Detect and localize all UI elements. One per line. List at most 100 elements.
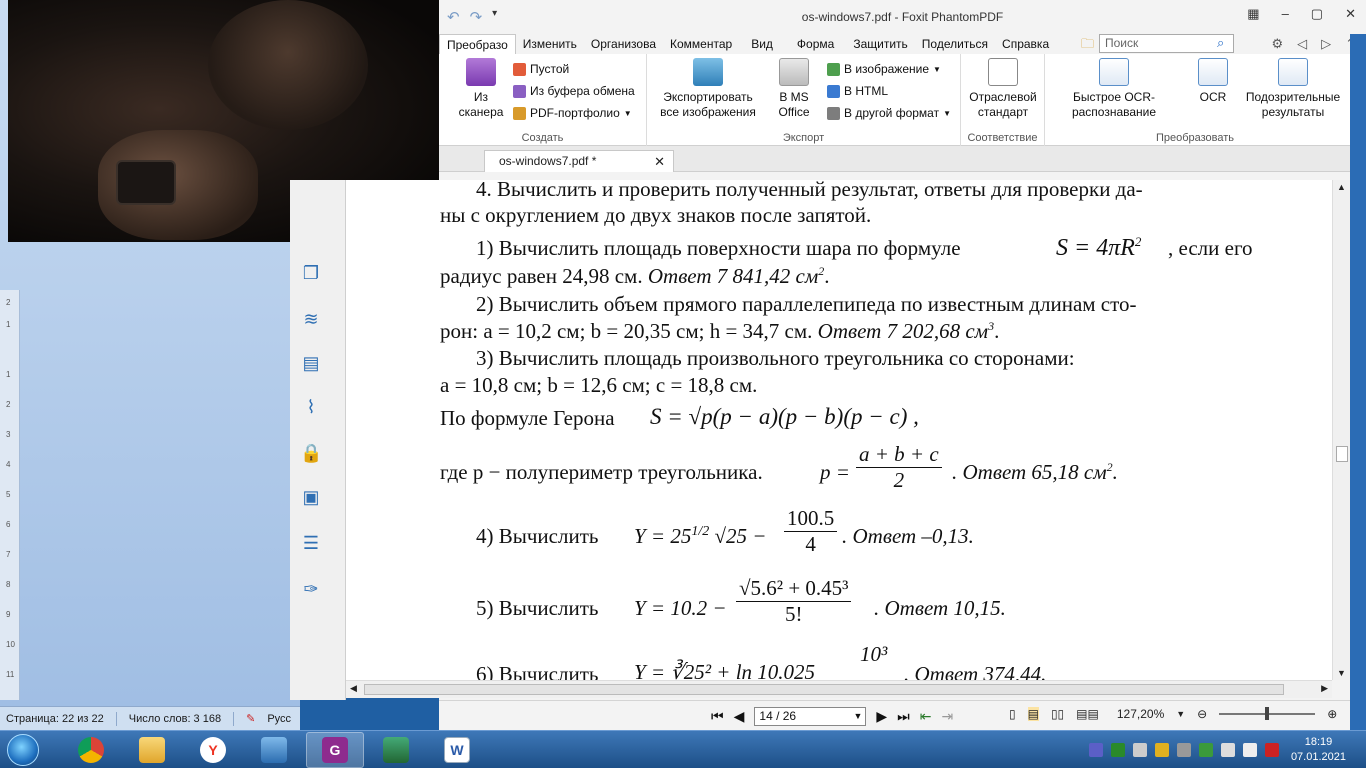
attachments-icon[interactable]: ⌇ [300, 396, 322, 418]
word-word-count[interactable]: Число слов: 3 168 [129, 713, 221, 725]
previous-view-icon[interactable]: ⇤ [920, 708, 932, 725]
scroll-left-icon[interactable]: ◀ [350, 683, 357, 694]
vertical-scrollbar[interactable]: ▲ ▼ [1332, 180, 1350, 680]
sound-icon[interactable] [1132, 743, 1147, 757]
zoom-slider[interactable] [1219, 707, 1316, 720]
continuous-facing-icon[interactable]: ▤▤ [1076, 707, 1099, 721]
ruler-mark: 1 [6, 370, 11, 379]
first-page-icon[interactable]: ⏮ [711, 708, 724, 725]
blank-button[interactable]: Пустой [513, 62, 569, 76]
tools-icon[interactable]: ✑ [300, 578, 322, 600]
ocr-button[interactable]: OCR [1193, 58, 1233, 105]
vertical-scroll-thumb[interactable] [1336, 446, 1348, 462]
security-icon[interactable]: 🔒 [300, 442, 322, 464]
back-icon[interactable]: ◁ [1297, 36, 1307, 52]
chrome-icon [78, 736, 104, 763]
forward-icon[interactable]: ▷ [1321, 36, 1331, 52]
taskbar-foxit[interactable]: G [306, 731, 364, 768]
taskbar-explorer[interactable] [123, 732, 181, 768]
search-input[interactable]: Поиск [1099, 34, 1234, 53]
tray-app-icon[interactable] [1110, 743, 1125, 757]
export-images-button[interactable]: Экспортировать все изображения [653, 58, 763, 120]
ruler-mark: 9 [6, 610, 11, 619]
tray-alert-icon[interactable] [1264, 743, 1279, 757]
tab-edit[interactable]: Изменить [516, 34, 584, 54]
ribbon-display-icon[interactable]: ▦ [1247, 6, 1259, 22]
maximize-icon[interactable]: ▢ [1311, 6, 1323, 22]
scroll-up-icon[interactable]: ▲ [1337, 182, 1346, 192]
start-button[interactable] [0, 732, 46, 768]
item-1-text: 1) Вычислить площадь поверхности шара по… [476, 236, 961, 260]
item-4-text: 4) Вычислить [476, 524, 599, 548]
word-language[interactable]: Русс [267, 713, 291, 725]
taskbar-control-panel[interactable] [245, 732, 303, 768]
clock[interactable]: 18:19 07.01.2021 [1291, 735, 1346, 765]
tray-check-icon[interactable] [1198, 743, 1213, 757]
close-icon[interactable]: ✕ [1345, 6, 1356, 22]
continuous-page-icon[interactable]: ▤ [1027, 707, 1039, 721]
to-image-button[interactable]: В изображение ▼ [827, 62, 941, 76]
signature-icon[interactable]: ▣ [300, 486, 322, 508]
tab-view[interactable]: Вид [739, 34, 785, 54]
word-page-count[interactable]: Страница: 22 из 22 [6, 713, 104, 725]
ruler-mark: 11 [6, 670, 15, 679]
layers-icon[interactable]: ≋ [300, 308, 322, 330]
zoom-level[interactable]: 127,20% [1117, 707, 1164, 721]
next-view-icon[interactable]: ⇥ [942, 708, 954, 725]
last-page-icon[interactable]: ⏭ [897, 708, 910, 725]
tab-share[interactable]: Поделиться [915, 34, 995, 54]
to-html-button[interactable]: В HTML [827, 84, 888, 98]
printer-icon[interactable] [1220, 743, 1235, 757]
zoom-dropdown-icon[interactable]: ▼ [1176, 709, 1185, 719]
tab-form[interactable]: Форма [785, 34, 846, 54]
next-page-icon[interactable]: ▶ [876, 708, 887, 725]
zoom-out-icon[interactable]: ⊖ [1197, 707, 1207, 721]
settings-icon[interactable]: ⚙ [1271, 36, 1283, 52]
scroll-right-icon[interactable]: ▶ [1321, 683, 1328, 694]
pages-icon[interactable]: ❐ [300, 262, 322, 284]
ruler-mark: 3 [6, 430, 11, 439]
ruler-mark: 7 [6, 550, 11, 559]
to-ms-office-button[interactable]: В MS Office [771, 58, 817, 120]
video-frame-face [208, 0, 368, 130]
from-clipboard-button[interactable]: Из буфера обмена [513, 84, 635, 98]
suspect-results-button[interactable]: Подозрительные результаты [1241, 58, 1345, 120]
tab-comment[interactable]: Комментар [663, 34, 739, 54]
taskbar-app[interactable] [367, 732, 425, 768]
search-icon[interactable]: ⌕ [1217, 35, 1224, 51]
industry-standard-button[interactable]: Отраслевой стандарт [967, 58, 1039, 120]
horizontal-scrollbar[interactable]: ◀ ▶ [346, 680, 1332, 698]
prev-page-icon[interactable]: ◀ [734, 708, 745, 725]
taskbar-word[interactable]: W [428, 732, 486, 768]
other-format-button[interactable]: В другой формат ▼ [827, 106, 951, 120]
facing-page-icon[interactable]: ▯▯ [1051, 707, 1064, 721]
network-icon[interactable] [1242, 743, 1257, 757]
tab-convert[interactable]: Преобразо [439, 34, 516, 54]
tray-tools-icon[interactable] [1176, 743, 1191, 757]
from-scanner-button[interactable]: Из сканера [453, 58, 509, 120]
zoom-slider-knob[interactable] [1265, 707, 1270, 720]
taskbar-chrome[interactable] [62, 732, 120, 768]
quick-ocr-button[interactable]: Быстрое OCR-распознавание [1051, 58, 1177, 120]
pdf-portfolio-button[interactable]: PDF-портфолио ▼ [513, 106, 632, 120]
tray-shield-icon[interactable] [1154, 743, 1169, 757]
zoom-in-icon[interactable]: ⊕ [1327, 707, 1337, 721]
tab-organize[interactable]: Организова [584, 34, 663, 54]
scroll-down-icon[interactable]: ▼ [1337, 668, 1346, 678]
single-page-icon[interactable]: ▯ [1009, 707, 1016, 721]
spellcheck-icon[interactable]: ✎ [246, 712, 255, 725]
horizontal-scroll-thumb[interactable] [364, 684, 1284, 695]
item-5-answer: . Ответ 10,15. [874, 596, 1006, 620]
teams-icon[interactable] [1088, 743, 1103, 757]
content-icon[interactable]: ☰ [300, 532, 322, 554]
document-tab[interactable]: os-windows7.pdf * ✕ [484, 150, 674, 172]
group-compliance: Отраслевой стандарт Соответствие [961, 54, 1045, 146]
tab-help[interactable]: Справка [995, 34, 1056, 54]
tab-protect[interactable]: Защитить [846, 34, 914, 54]
comments-icon[interactable]: ▤ [300, 352, 322, 374]
taskbar-yandex[interactable]: Y [184, 732, 242, 768]
page-number-input[interactable]: 14 / 26 ▼ [754, 707, 867, 726]
item-4-answer: . Ответ –0,13. [842, 524, 974, 548]
minimize-icon[interactable]: – [1282, 6, 1289, 22]
close-tab-icon[interactable]: ✕ [654, 154, 665, 170]
